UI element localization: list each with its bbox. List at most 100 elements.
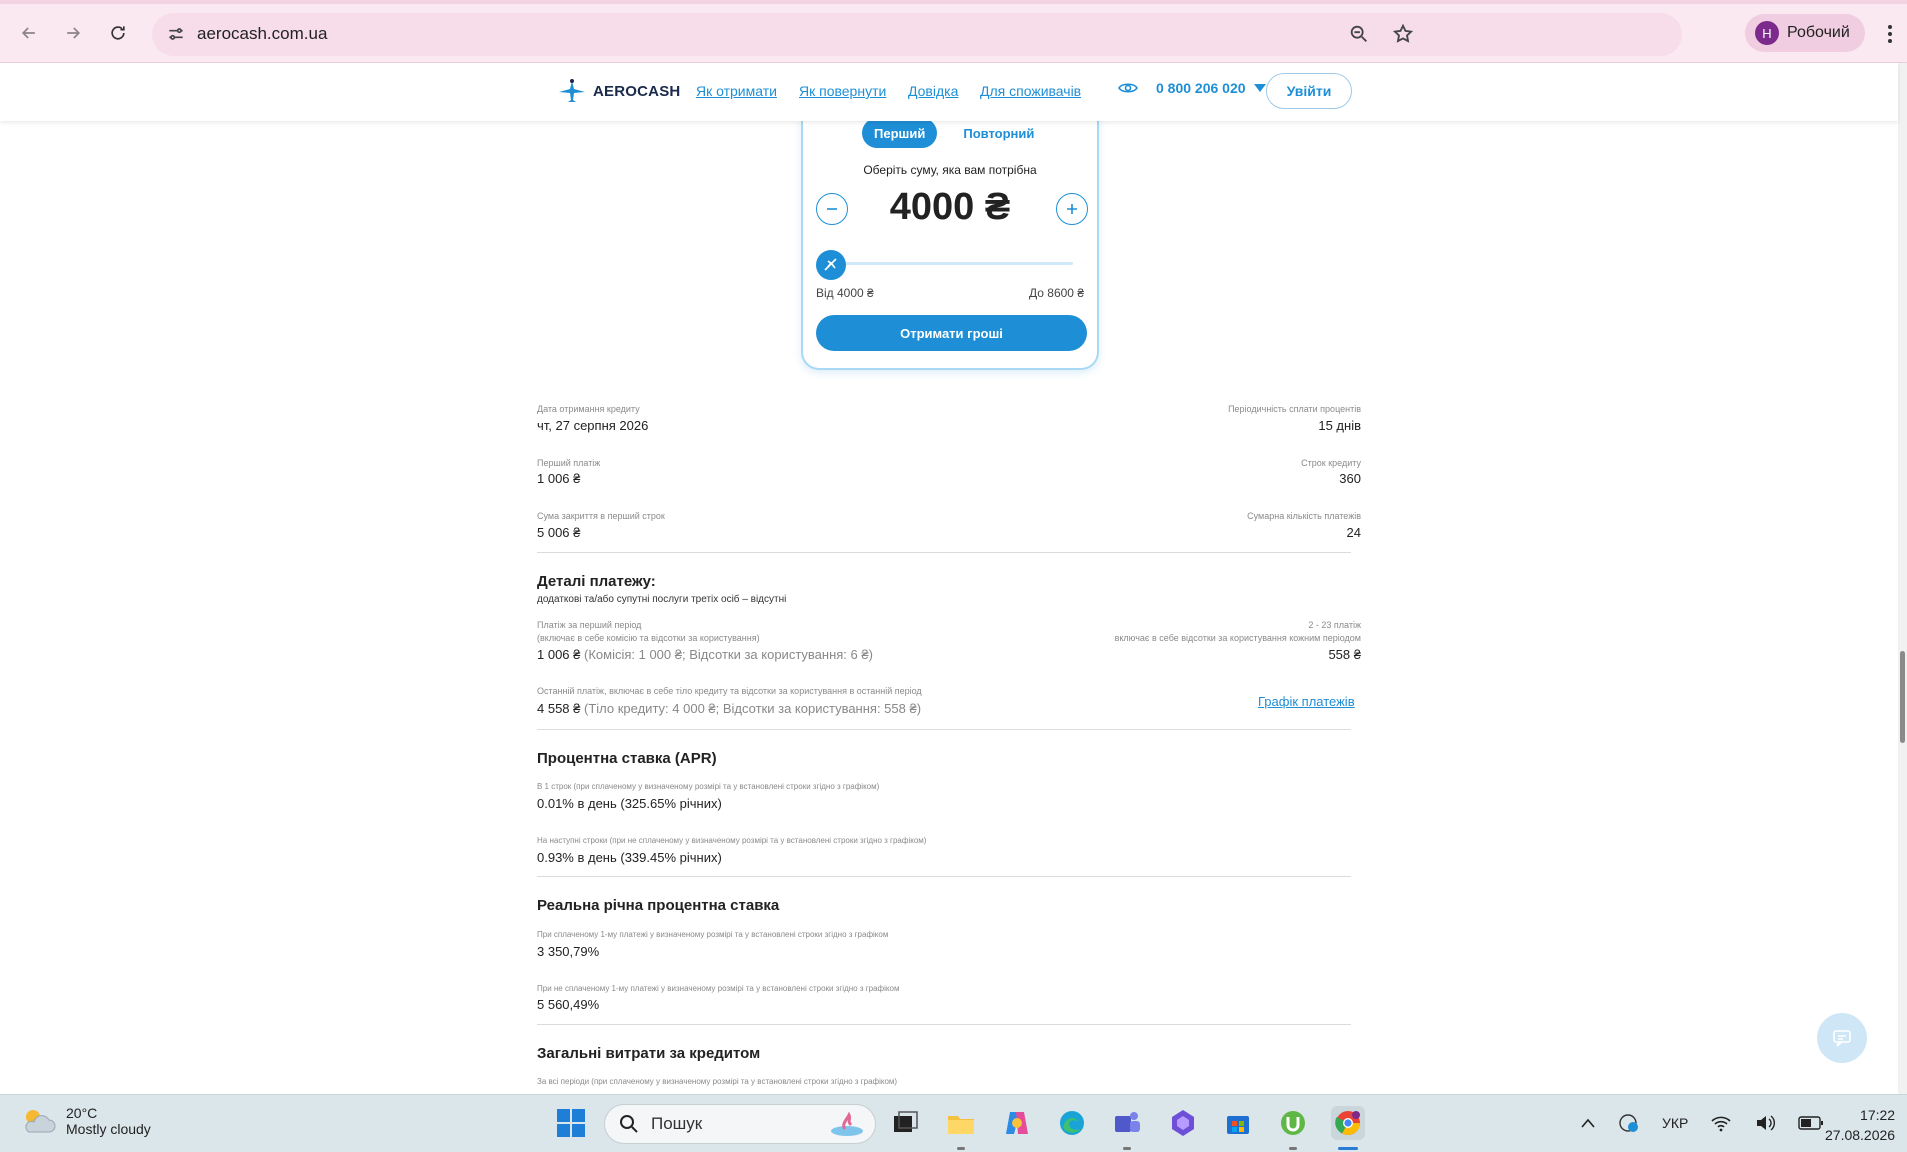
- plane-logo-icon: [559, 79, 585, 102]
- first-payment-value: 1 006 ₴: [537, 471, 581, 486]
- first-period-breakdown: (Комісія: 1 000 ₴; Відсотки за користува…: [584, 647, 873, 662]
- reload-icon[interactable]: [101, 16, 135, 50]
- amount-slider-handle[interactable]: [816, 250, 846, 280]
- first-period-sub: (включає в себе комісію та відсотки за к…: [537, 633, 760, 643]
- real-rate-unpaid-value: 5 560,49%: [537, 997, 600, 1012]
- close-sum-value: 5 006 ₴: [537, 525, 581, 540]
- chevron-down-icon[interactable]: [1253, 84, 1266, 92]
- date-value: чт, 27 серпня 2026: [537, 418, 649, 433]
- chrome-browser-icon[interactable]: [1331, 1106, 1365, 1140]
- back-icon[interactable]: [12, 16, 46, 50]
- apr-title: Процентна ставка (APR): [537, 750, 717, 767]
- chat-widget-button[interactable]: [1817, 1013, 1867, 1063]
- address-bar[interactable]: aerocash.com.ua: [152, 13, 1682, 56]
- chevron-up-icon[interactable]: [1580, 1117, 1596, 1129]
- cloudy-weather-icon: [25, 1110, 56, 1133]
- real-rate-title: Реальна річна процентна ставка: [537, 897, 780, 914]
- system-tray: УКР: [1580, 1112, 1824, 1134]
- apr-first-value: 0.01% в день (325.65% річних): [537, 796, 722, 811]
- payments-count-value: 24: [1346, 525, 1361, 540]
- wifi-icon[interactable]: [1710, 1114, 1732, 1132]
- last-payment-value: 4 558 ₴: [537, 701, 581, 716]
- site-settings-icon[interactable]: [166, 24, 186, 44]
- login-button[interactable]: Увійти: [1266, 73, 1352, 109]
- copilot-icon[interactable]: [1000, 1106, 1034, 1140]
- zoom-icon[interactable]: [1348, 23, 1370, 45]
- language-indicator[interactable]: УКР: [1662, 1115, 1688, 1131]
- nav-help[interactable]: Довідка: [908, 83, 958, 99]
- get-money-button[interactable]: Отримати гроші: [816, 315, 1087, 351]
- edge-browser-icon[interactable]: [1055, 1106, 1089, 1140]
- nav-how-to-repay[interactable]: Як повернути: [799, 83, 886, 99]
- tab-first[interactable]: Перший: [862, 118, 938, 148]
- scrollbar-thumb[interactable]: [1900, 651, 1905, 743]
- avatar: Н: [1755, 21, 1779, 45]
- last-payment-breakdown: (Тіло кредиту: 4 000 ₴; Відсотки за кори…: [584, 701, 922, 716]
- loan-amount: 4000 ₴: [889, 186, 1011, 228]
- browser-menu-icon[interactable]: [1880, 22, 1900, 46]
- last-payment-line: 4 558 ₴ (Тіло кредиту: 4 000 ₴; Відсотки…: [537, 701, 921, 716]
- page-scrollbar[interactable]: [1898, 63, 1907, 1094]
- payments-count-label: Сумарна кількість платежів: [1247, 511, 1361, 521]
- taskbar-search[interactable]: Пошук: [604, 1104, 876, 1144]
- photo-app-icon[interactable]: [1166, 1106, 1200, 1140]
- accessibility-eye-icon[interactable]: [1118, 80, 1138, 96]
- loan-calculator: Перший Повторний Оберіть суму, яка вам п…: [801, 96, 1099, 370]
- real-rate-paid-label: При сплаченому 1-му платежі у визначеном…: [537, 930, 889, 939]
- windows-taskbar: 20°C Mostly cloudy Пошук УКР 17:22 27.08…: [0, 1094, 1907, 1152]
- divider: [537, 876, 1351, 877]
- weather-widget[interactable]: 20°C Mostly cloudy: [20, 1105, 151, 1137]
- mid-payments-value: 558 ₴: [1328, 647, 1361, 662]
- apr-next-value: 0.93% в день (339.45% річних): [537, 850, 722, 865]
- search-icon: [620, 1115, 638, 1133]
- range-min-label: Від 4000 ₴: [816, 286, 874, 300]
- active-app-indicator: [1338, 1147, 1358, 1150]
- amount-slider-track[interactable]: [831, 262, 1073, 265]
- real-rate-unpaid-label: При не сплаченому 1-му платежі у визначе…: [537, 984, 900, 993]
- nav-for-consumers[interactable]: Для споживачів: [980, 83, 1081, 99]
- date-label: Дата отримання кредиту: [537, 404, 640, 414]
- file-explorer-icon[interactable]: [944, 1106, 978, 1140]
- task-view-icon[interactable]: [888, 1106, 922, 1140]
- phone-number[interactable]: 0 800 206 020: [1156, 80, 1246, 96]
- phone-dropdown[interactable]: 0 800 206 020: [1118, 80, 1266, 96]
- battery-icon[interactable]: [1798, 1116, 1824, 1130]
- divider: [537, 1024, 1351, 1025]
- forward-icon[interactable]: [56, 16, 90, 50]
- weather-temp: 20°C: [66, 1105, 98, 1121]
- apr-first-label: В 1 строк (при сплаченому у визначеному …: [537, 782, 880, 791]
- tab-repeat[interactable]: Повторний: [951, 118, 1046, 148]
- first-payment-label: Перший платіж: [537, 458, 601, 468]
- first-period-line: 1 006 ₴ (Комісія: 1 000 ₴; Відсотки за к…: [537, 647, 873, 662]
- mid-payments-sub: включає в себе відсотки за користування …: [1114, 633, 1361, 643]
- clock-time: 17:22: [1860, 1107, 1896, 1123]
- details-title: Деталі платежу:: [537, 573, 656, 590]
- aerocash-logo[interactable]: AEROCASH: [557, 78, 680, 104]
- network-security-icon[interactable]: [1618, 1112, 1640, 1134]
- clock-date: 27.08.2026: [1825, 1127, 1896, 1143]
- mid-payments-label: 2 - 23 платіж: [1308, 620, 1361, 630]
- windows-start-icon[interactable]: [556, 1108, 586, 1138]
- volume-icon[interactable]: [1754, 1114, 1776, 1132]
- payment-schedule-link[interactable]: Графік платежів: [1258, 694, 1355, 709]
- total-costs-title: Загальні витрати за кредитом: [537, 1045, 761, 1062]
- increase-amount-button[interactable]: [1056, 193, 1088, 225]
- period-value: 15 днів: [1318, 418, 1361, 433]
- teams-icon[interactable]: [1110, 1106, 1144, 1140]
- divider: [537, 729, 1351, 730]
- term-value: 360: [1339, 471, 1361, 486]
- utorrent-icon[interactable]: [1276, 1106, 1310, 1140]
- url-text[interactable]: aerocash.com.ua: [197, 24, 327, 44]
- period-label: Періодичність сплати процентів: [1228, 404, 1361, 414]
- range-max-label: До 8600 ₴: [1029, 286, 1084, 300]
- close-sum-label: Сума закриття в перший строк: [537, 511, 665, 521]
- profile-button[interactable]: Н Робочий: [1745, 14, 1865, 52]
- running-indicator: [1289, 1147, 1297, 1150]
- system-clock[interactable]: 17:22 27.08.2026: [1825, 1105, 1895, 1145]
- running-indicator: [1123, 1147, 1131, 1150]
- weather-desc: Mostly cloudy: [66, 1121, 151, 1137]
- bookmark-star-icon[interactable]: [1392, 23, 1414, 45]
- microsoft-store-icon[interactable]: [1221, 1106, 1255, 1140]
- first-period-label: Платіж за перший період: [537, 620, 642, 630]
- nav-how-to-get[interactable]: Як отримати: [696, 83, 777, 99]
